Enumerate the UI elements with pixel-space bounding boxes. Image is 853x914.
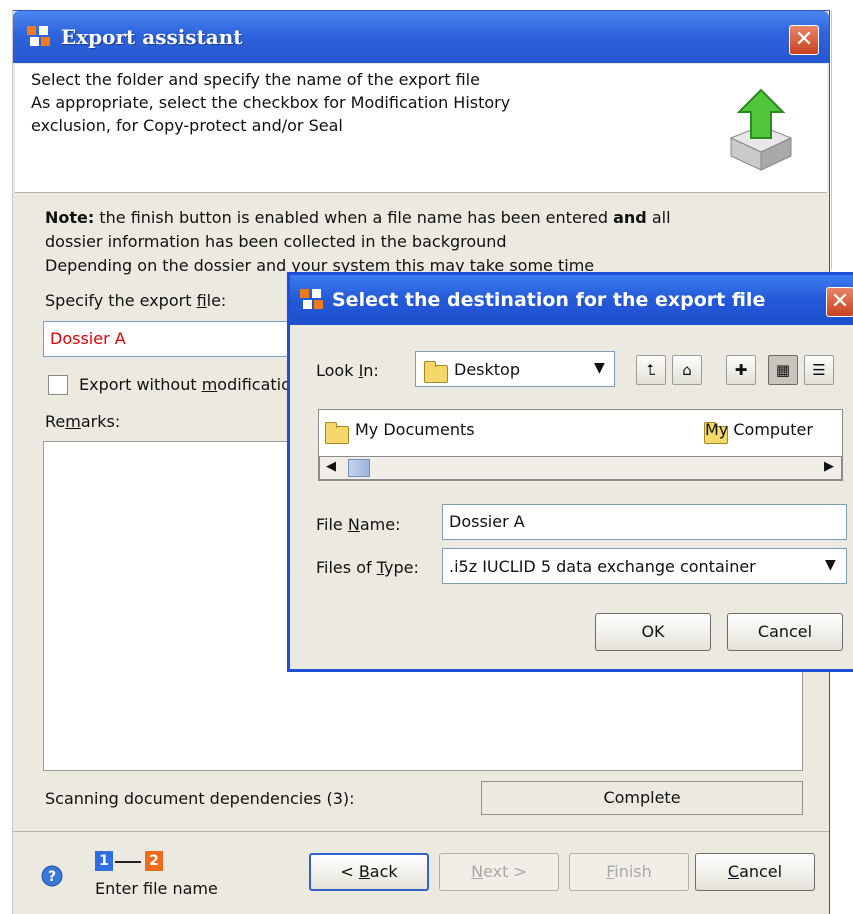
look-in-value: Desktop [454, 360, 520, 379]
file-type-label: Files of Type: [316, 558, 419, 577]
dialog-close-button[interactable]: ✕ [826, 287, 853, 317]
chevron-down-icon: ▼ [594, 360, 605, 376]
header-line: As appropriate, select the checkbox for … [31, 93, 511, 112]
step-2-indicator: 2 [145, 851, 163, 871]
dialog-cancel-button[interactable]: Cancel [727, 613, 843, 651]
file-type-value: .i5z IUCLID 5 data exchange container [449, 557, 756, 576]
folder-icon [424, 360, 448, 383]
export-file-label: Specify the export file: [45, 291, 227, 310]
remarks-label: Remarks: [45, 412, 121, 431]
note-line-2: dossier information has been collected i… [45, 232, 507, 251]
svg-text:?: ? [48, 869, 56, 885]
file-name-input[interactable]: Dossier A [442, 504, 847, 540]
file-chooser-dialog: Select the destination for the export fi… [287, 272, 853, 672]
note-label: Note: [45, 208, 95, 227]
note-text: the finish button is enabled when a file… [94, 208, 614, 227]
step-label: Enter file name [95, 879, 218, 898]
new-folder-icon[interactable]: ✚ [726, 355, 756, 385]
app-logo-icon [27, 26, 50, 46]
dialog-title: Select the destination for the export fi… [332, 289, 766, 311]
scroll-right-icon[interactable]: ▶ [824, 459, 834, 474]
background-window-edge [0, 10, 13, 914]
no-history-checkbox[interactable] [48, 375, 68, 395]
step-1-indicator: 1 [95, 851, 113, 871]
header-panel: Select the folder and specify the name o… [15, 64, 827, 193]
title-bar[interactable]: Export assistant ✕ [13, 11, 829, 63]
note-text: all [646, 208, 671, 227]
look-in-label: Look In: [316, 361, 379, 380]
back-button[interactable]: < Back [309, 853, 429, 891]
finish-button[interactable]: Finish [569, 853, 689, 891]
details-view-icon[interactable]: ☰ [804, 355, 834, 385]
home-icon[interactable]: ⌂ [672, 355, 702, 385]
header-line: Select the folder and specify the name o… [31, 70, 480, 89]
cancel-button[interactable]: Cancel [695, 853, 815, 891]
window-title: Export assistant [61, 25, 243, 49]
look-in-select[interactable]: Desktop ▼ [415, 351, 615, 387]
file-name-label: File Name: [316, 515, 401, 534]
list-view-icon[interactable]: ▦ [768, 355, 798, 385]
file-list-panel[interactable]: My Documents My Computer ◀ ▶ [318, 409, 843, 481]
footer-divider [13, 831, 829, 832]
folder-icon [325, 421, 349, 444]
list-item-my-documents[interactable]: My Documents [355, 420, 475, 439]
help-icon[interactable]: ? [41, 865, 63, 887]
scanning-label: Scanning document dependencies (3): [45, 789, 355, 808]
dialog-title-bar[interactable]: Select the destination for the export fi… [290, 275, 853, 325]
scanning-status: Complete [481, 781, 803, 815]
dialog-app-icon [300, 289, 323, 309]
up-folder-icon[interactable]: ⮤ [636, 355, 666, 385]
scroll-left-icon[interactable]: ◀ [326, 459, 336, 474]
header-line: exclusion, for Copy-protect and/or Seal [31, 116, 343, 135]
close-button[interactable]: ✕ [789, 25, 819, 55]
background-window-edge [831, 10, 853, 270]
list-item-my-computer[interactable]: My Computer [705, 420, 813, 439]
step-connector [115, 861, 141, 863]
note-line-1: Note: the finish button is enabled when … [45, 208, 671, 227]
note-emphasis: and [613, 208, 647, 227]
export-tray-icon [729, 88, 793, 171]
scroll-thumb[interactable] [348, 459, 370, 477]
chevron-down-icon: ▼ [825, 557, 836, 573]
horizontal-scrollbar[interactable]: ◀ ▶ [319, 456, 842, 480]
file-type-select[interactable]: .i5z IUCLID 5 data exchange container ▼ [442, 548, 847, 584]
ok-button[interactable]: OK [595, 613, 711, 651]
next-button[interactable]: Next > [439, 853, 559, 891]
